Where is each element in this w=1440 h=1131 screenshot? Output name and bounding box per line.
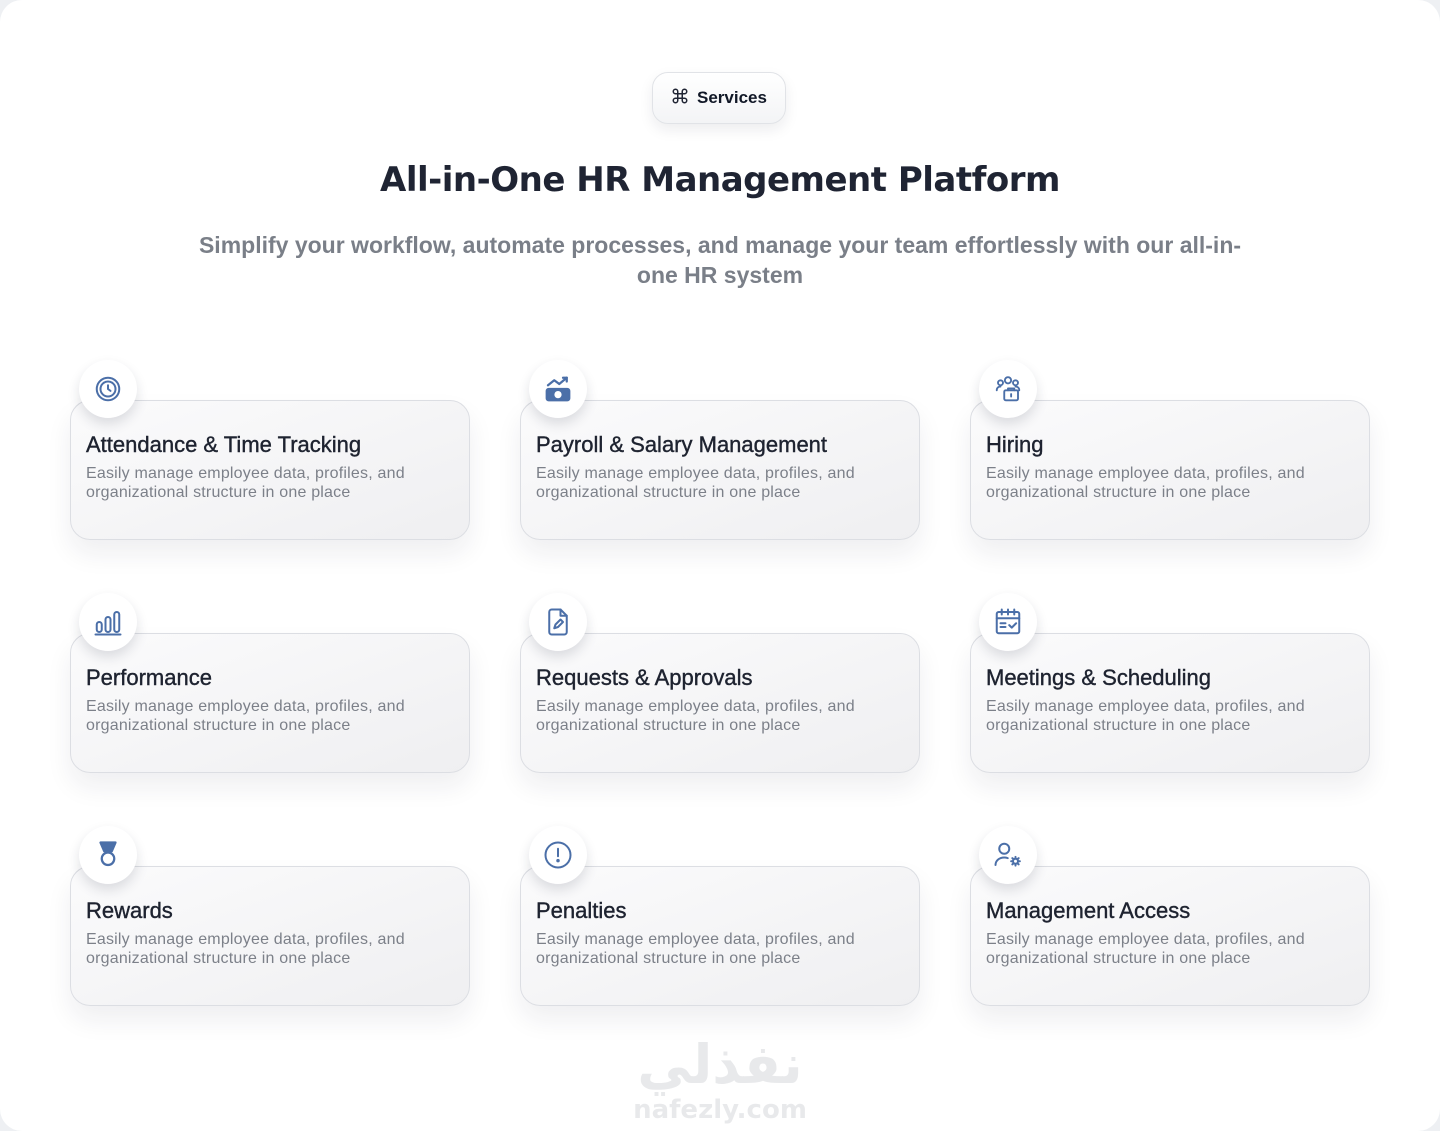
service-title: Attendance & Time Tracking [86,432,362,457]
service-description: Easily manage employee data, profiles, a… [86,931,405,967]
service-card-meetings[interactable]: Meetings & Scheduling Easily manage empl… [970,593,1370,773]
service-card-rewards[interactable]: Rewards Easily manage employee data, pro… [70,826,470,1006]
service-title: Meetings & Scheduling [986,665,1212,690]
watermark-latin: nafezly.com [633,1095,807,1125]
page-title: All-in-One HR Management Platform [380,160,1060,200]
page-subtitle: Simplify your workflow, automate process… [198,232,1242,288]
service-description: Easily manage employee data, profiles, a… [986,931,1305,967]
service-description: Easily manage employee data, profiles, a… [536,698,855,734]
service-description: Easily manage employee data, profiles, a… [86,698,405,734]
clock-icon [79,360,137,418]
service-card-management-access[interactable]: Management Access Easily manage employee… [970,826,1370,1006]
command-icon [671,87,689,110]
bar-chart-icon [79,593,137,651]
services-badge: Services [652,72,786,124]
service-title: Payroll & Salary Management [536,432,828,457]
services-badge-label: Services [697,88,767,107]
services-section: Services All-in-One HR Management Platfo… [0,0,1440,1131]
alert-circle-icon [529,826,587,884]
service-card-attendance[interactable]: Attendance & Time Tracking Easily manage… [70,360,470,540]
service-title: Performance [86,665,212,690]
service-title: Rewards [86,898,173,923]
payroll-chart-icon [529,360,587,418]
calendar-check-icon [979,593,1037,651]
watermark-arabic: نفذلي [637,1033,803,1096]
watermark: نفذلي nafezly.com [620,1035,820,1131]
user-settings-icon [979,826,1037,884]
service-title: Hiring [986,432,1044,457]
service-description: Easily manage employee data, profiles, a… [86,465,405,501]
service-title: Management Access [986,898,1191,923]
service-card-payroll[interactable]: Payroll & Salary Management Easily manag… [520,360,920,540]
service-description: Easily manage employee data, profiles, a… [536,465,855,501]
service-card-performance[interactable]: Performance Easily manage employee data,… [70,593,470,773]
hiring-people-icon [979,360,1037,418]
service-card-penalties[interactable]: Penalties Easily manage employee data, p… [520,826,920,1006]
service-description: Easily manage employee data, profiles, a… [986,698,1305,734]
service-description: Easily manage employee data, profiles, a… [536,931,855,967]
medal-icon [79,826,137,884]
service-card-requests[interactable]: Requests & Approvals Easily manage emplo… [520,593,920,773]
service-title: Requests & Approvals [536,665,753,690]
service-card-hiring[interactable]: Hiring Easily manage employee data, prof… [970,360,1370,540]
document-edit-icon [529,593,587,651]
service-title: Penalties [536,898,627,923]
service-description: Easily manage employee data, profiles, a… [986,465,1305,501]
